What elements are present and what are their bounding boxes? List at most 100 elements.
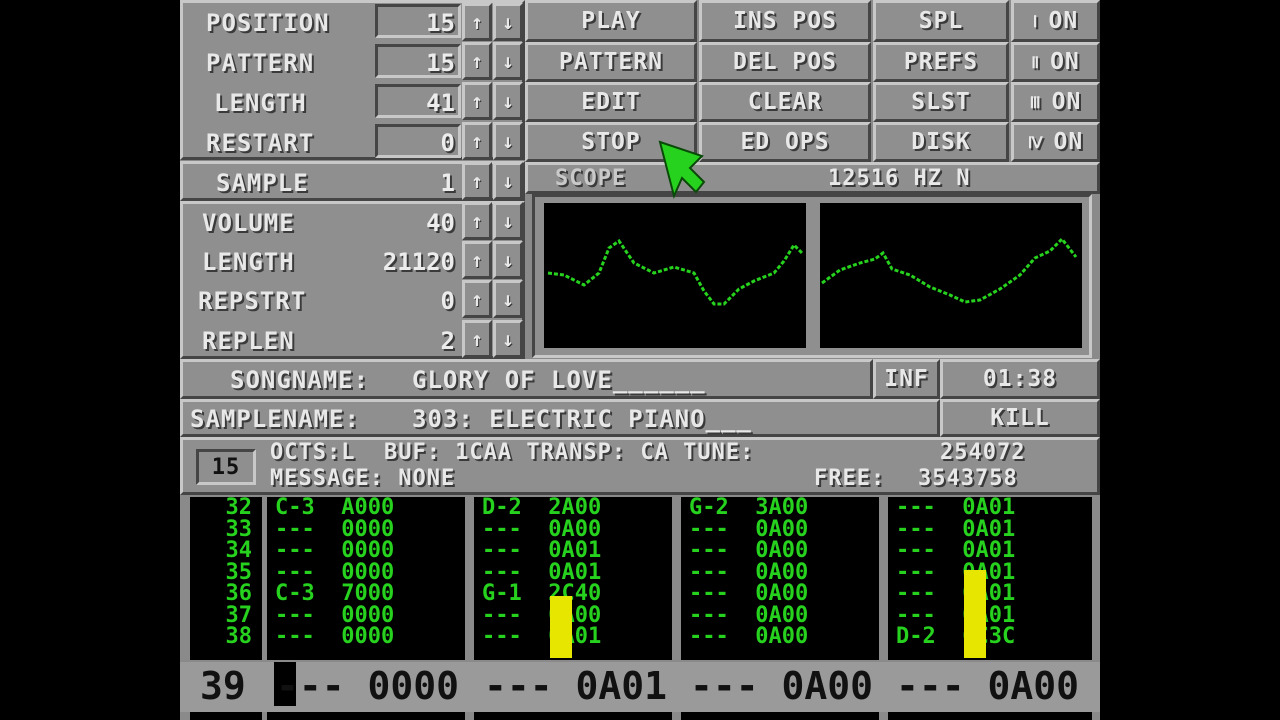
arrow-up-icon: ↑: [470, 169, 484, 193]
current-row-track-3[interactable]: --- 0A00: [690, 662, 873, 710]
row-number: 33: [225, 516, 253, 542]
arrow-down-icon: ↓: [501, 89, 515, 113]
inf-button[interactable]: INF: [873, 359, 940, 399]
volume-down-button[interactable]: ↓: [493, 202, 523, 240]
row-number: 37: [225, 602, 253, 628]
track-cell: --- 0A00: [689, 602, 809, 628]
pattern-number-box: 15: [196, 449, 256, 485]
tune-value: 254072: [940, 440, 1026, 465]
ed-ops-button[interactable]: ED OPS: [699, 122, 871, 162]
track-cell: C-3 A000: [275, 495, 395, 520]
sample-length-up-button[interactable]: ↑: [462, 241, 492, 279]
pattern-down-button[interactable]: ↓: [493, 42, 523, 80]
samplename-label: SAMPLENAME:: [190, 405, 360, 433]
repstrt-down-button[interactable]: ↓: [493, 280, 523, 318]
status-line-2: MESSAGE: NONE: [270, 466, 456, 491]
spl-button[interactable]: SPL: [873, 0, 1009, 42]
replen-down-button[interactable]: ↓: [493, 320, 523, 358]
track-4[interactable]: --- 0A01 --- 0A01 --- 0A01 --- 0A01 --- …: [888, 497, 1092, 660]
track-cell: --- 0A01: [482, 538, 602, 563]
play-pattern-button[interactable]: PATTERN: [525, 42, 697, 82]
arrow-down-icon: ↓: [501, 169, 515, 193]
position-down-button[interactable]: ↓: [493, 3, 523, 41]
track-cell: --- 0A01: [896, 559, 1016, 585]
scope-right: [820, 203, 1082, 348]
scope-left-waveform: [547, 238, 804, 306]
track-cell: --- 0A01: [896, 602, 1016, 628]
track-cell: --- 0A01: [896, 581, 1016, 606]
track-cell: G-1 2C40: [482, 581, 602, 606]
pattern-value: 15: [426, 49, 455, 77]
position-value: 15: [426, 9, 455, 37]
current-row-track-4[interactable]: --- 0A00: [896, 662, 1079, 710]
current-row-track-2[interactable]: --- 0A01: [484, 662, 667, 710]
arrow-up-icon: ↑: [470, 49, 484, 73]
next-row-peek: [190, 712, 262, 720]
track-cell: --- 0A00: [689, 581, 809, 606]
row-number: 38: [225, 624, 253, 649]
sample-up-button[interactable]: ↑: [462, 162, 492, 200]
sample-value: 1: [440, 169, 455, 197]
scope-left: [544, 203, 806, 348]
prefs-button[interactable]: PREFS: [873, 42, 1009, 82]
current-row-track-1[interactable]: --- 0000: [276, 662, 459, 710]
replen-up-button[interactable]: ↑: [462, 320, 492, 358]
track-cell: --- 0A00: [482, 602, 602, 628]
next-row-peek: [474, 712, 672, 720]
arrow-up-icon: ↑: [470, 129, 484, 153]
row-numbers: 32 33 34 35 36 37 38: [190, 497, 262, 660]
track-cell: --- 0A01: [482, 624, 602, 649]
channel-2-toggle[interactable]: Ⅱ ON: [1011, 42, 1100, 82]
position-label: POSITION: [206, 9, 330, 37]
samplename-value[interactable]: 303: ELECTRIC PIANO___: [412, 407, 752, 431]
sample-length-down-button[interactable]: ↓: [493, 241, 523, 279]
restart-down-button[interactable]: ↓: [493, 122, 523, 160]
disk-button[interactable]: DISK: [873, 122, 1009, 162]
ins-pos-button[interactable]: INS POS: [699, 0, 871, 42]
channel-4-toggle[interactable]: Ⅳ ON: [1011, 122, 1100, 162]
track-cell: D-2 6C3C: [896, 624, 1016, 649]
track-cell: --- 0A00: [689, 538, 809, 563]
track-cell: --- 0A01: [482, 559, 602, 585]
del-pos-button[interactable]: DEL POS: [699, 42, 871, 82]
arrow-up-icon: ↑: [470, 327, 484, 351]
volume-label: VOLUME: [202, 209, 295, 237]
songname-value[interactable]: GLORY OF LOVE______: [412, 368, 706, 392]
next-row-peek: [888, 712, 1092, 720]
volume-up-button[interactable]: ↑: [462, 202, 492, 240]
track-1[interactable]: C-3 A000 --- 0000 --- 0000 --- 0000 C-3 …: [267, 497, 465, 660]
track-cell: --- 0000: [275, 559, 395, 585]
track-cell: --- 0A00: [689, 516, 809, 542]
length-up-button[interactable]: ↑: [462, 82, 492, 120]
arrow-up-icon: ↑: [470, 89, 484, 113]
scope-label: SCOPE: [555, 166, 627, 191]
restart-value: 0: [440, 129, 455, 157]
scope-right-waveform: [821, 236, 1078, 304]
free-value: 3543758: [918, 466, 1018, 491]
arrow-down-icon: ↓: [501, 327, 515, 351]
track-3[interactable]: G-2 3A00 --- 0A00 --- 0A00 --- 0A00 --- …: [681, 497, 879, 660]
restart-up-button[interactable]: ↑: [462, 122, 492, 160]
arrow-down-icon: ↓: [501, 209, 515, 233]
play-button[interactable]: PLAY: [525, 0, 697, 42]
track-cell: --- 0000: [275, 516, 395, 542]
free-label: FREE:: [814, 466, 886, 491]
edit-button[interactable]: EDIT: [525, 82, 697, 122]
repstrt-value: 0: [440, 287, 455, 315]
clear-button[interactable]: CLEAR: [699, 82, 871, 122]
length-down-button[interactable]: ↓: [493, 82, 523, 120]
sample-length-label: LENGTH: [202, 248, 295, 276]
arrow-up-icon: ↑: [470, 10, 484, 34]
repstrt-up-button[interactable]: ↑: [462, 280, 492, 318]
position-up-button[interactable]: ↑: [462, 3, 492, 41]
channel-3-toggle[interactable]: Ⅲ ON: [1011, 82, 1100, 122]
songname-label: SONGNAME:: [230, 366, 370, 394]
mouse-pointer-icon: [658, 140, 706, 200]
slst-button[interactable]: SLST: [873, 82, 1009, 122]
kill-button[interactable]: KILL: [940, 399, 1100, 437]
track-2[interactable]: D-2 2A00 --- 0A00 --- 0A01 --- 0A01 G-1 …: [474, 497, 672, 660]
restart-label: RESTART: [206, 129, 315, 157]
sample-down-button[interactable]: ↓: [493, 162, 523, 200]
pattern-up-button[interactable]: ↑: [462, 42, 492, 80]
channel-1-toggle[interactable]: Ⅰ ON: [1011, 0, 1100, 42]
